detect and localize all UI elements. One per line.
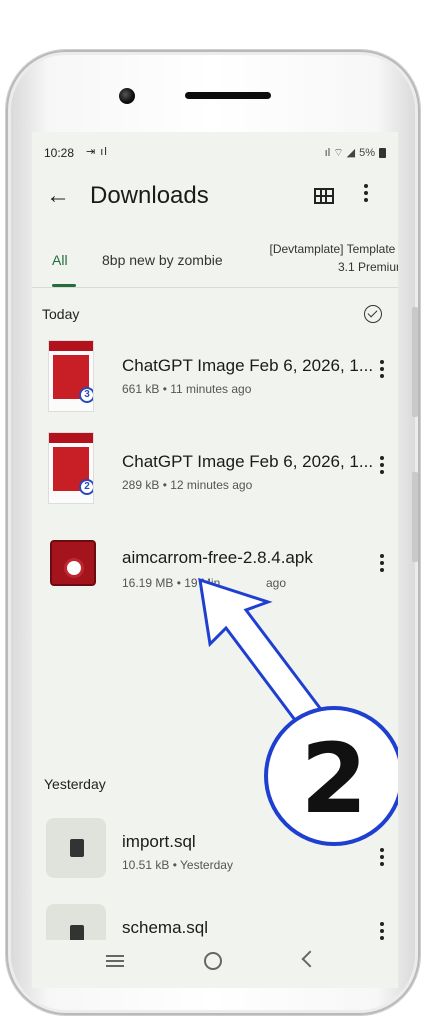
front-camera bbox=[119, 88, 135, 104]
nav-bar bbox=[32, 940, 398, 988]
annotation-overlay: 2 bbox=[198, 577, 398, 846]
home-icon[interactable] bbox=[204, 952, 222, 970]
step-number: 2 bbox=[301, 723, 368, 835]
earpiece-speaker bbox=[185, 92, 271, 99]
power-button bbox=[412, 472, 418, 562]
screen: 10:28 ⇥ ıl ıl ⌔ ◢ 5% ← Downloads All 8bp… bbox=[32, 132, 398, 940]
back-icon[interactable] bbox=[301, 950, 319, 968]
volume-button bbox=[412, 307, 418, 417]
recents-icon[interactable] bbox=[106, 955, 124, 967]
